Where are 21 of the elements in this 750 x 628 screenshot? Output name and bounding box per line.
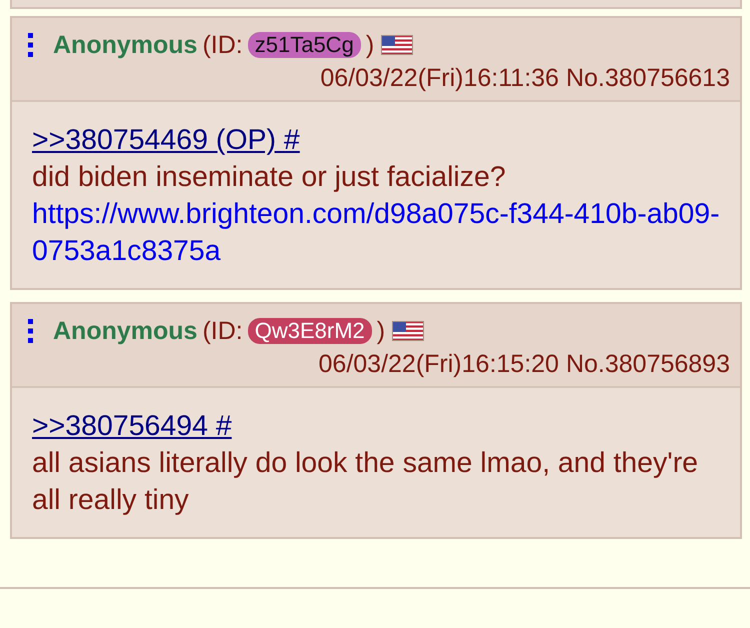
flag-icon [392,321,424,341]
post-number[interactable]: No.380756613 [566,62,730,94]
flag-icon [381,35,414,55]
id-label: (ID: [202,30,243,60]
post-date: 06/03/22(Fri)16:11:36 [320,63,559,94]
poster-name: Anonymous [53,30,198,60]
id-close: ) [366,30,374,60]
id-close: ) [376,316,386,346]
post-date: 06/03/22(Fri)16:15:20 [318,349,559,380]
quote-link[interactable]: >>380756494 # [32,408,232,445]
id-label: (ID: [202,316,243,346]
poster-id[interactable]: Qw3E8rM2 [248,318,372,344]
menu-icon[interactable] [28,33,34,57]
post-number[interactable]: No.380756893 [566,348,730,380]
post-text: did biden inseminate or just facialize? [32,160,507,195]
url-link[interactable]: https://www.brighteon.com/d98a075c-f344-410b-ab09-0753a1c8375a [32,196,724,270]
quote-link[interactable]: >>380754469 (OP) # [32,122,300,159]
poster-id[interactable]: z51Ta5Cg [248,32,361,58]
menu-icon[interactable] [28,319,34,343]
poster-name: Anonymous [53,316,198,346]
post-text: all asians literally do look the same lmao, and they're all really tiny [32,446,700,518]
